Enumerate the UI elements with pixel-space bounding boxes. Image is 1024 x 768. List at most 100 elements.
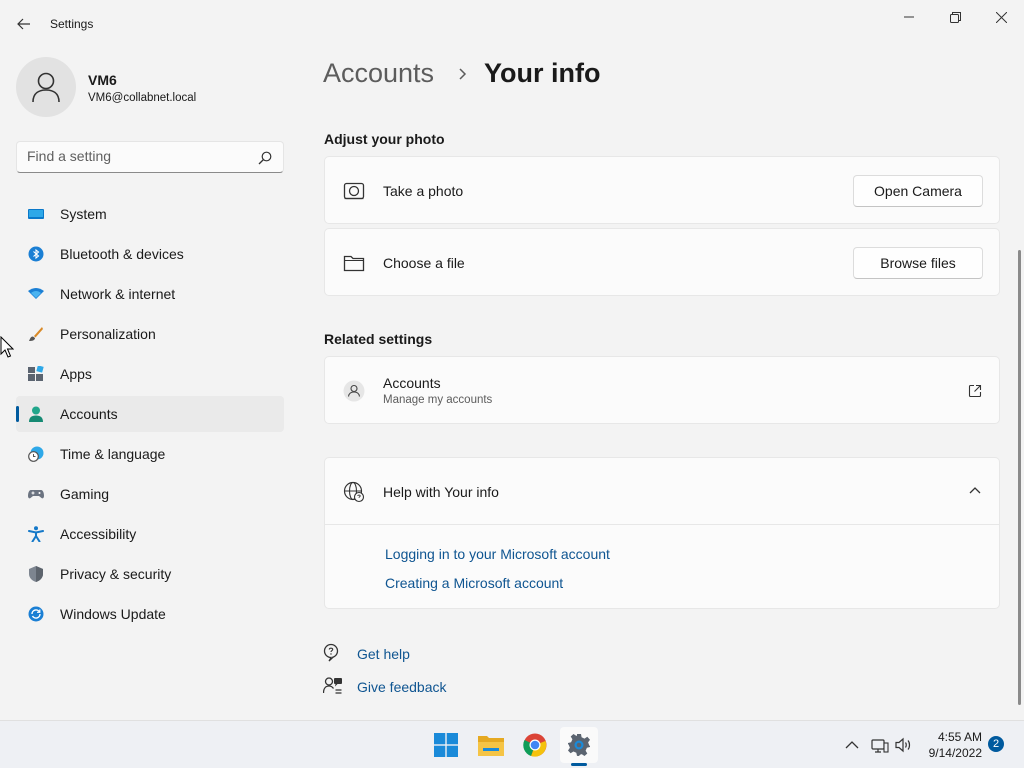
restore-icon: [949, 11, 961, 23]
sidebar-item-label: Apps: [60, 366, 92, 382]
help-title: Help with Your info: [383, 484, 499, 500]
bluetooth-icon: [28, 246, 44, 262]
take-photo-label: Take a photo: [383, 183, 464, 199]
globe-clock-icon: [28, 446, 44, 462]
sidebar-item-label: Accounts: [60, 406, 118, 422]
chevron-up-icon: [845, 741, 859, 749]
taskbar: 4:55 AM 9/14/2022: [0, 720, 1024, 768]
chevron-right-icon: [459, 68, 467, 80]
windows-logo-icon: [434, 733, 458, 757]
file-explorer-button[interactable]: [472, 727, 510, 763]
clock-time[interactable]: 4:55 AM: [936, 730, 982, 744]
sidebar-item-label: Accessibility: [60, 526, 137, 542]
related-section-title: Related settings: [324, 331, 433, 347]
give-feedback-link[interactable]: Give feedback: [357, 679, 447, 695]
brush-icon: [29, 327, 43, 341]
minimize-icon: [904, 16, 914, 18]
open-camera-button[interactable]: Open Camera: [853, 175, 983, 207]
minimize-button[interactable]: [886, 4, 932, 30]
close-icon: [995, 11, 1007, 23]
sidebar-item-windows-update[interactable]: Windows Update: [16, 596, 284, 632]
sidebar-item-label: Time & language: [60, 446, 166, 462]
search-icon[interactable]: [257, 150, 273, 166]
page-title: Your info: [484, 58, 601, 88]
sidebar-item-label: Network & internet: [60, 286, 176, 302]
help-header[interactable]: Help with Your info: [325, 458, 999, 525]
settings-taskbar-button[interactable]: [560, 727, 598, 763]
sidebar-item-privacy[interactable]: Privacy & security: [16, 556, 284, 592]
app-title: Settings: [50, 17, 94, 31]
clock-date[interactable]: 9/14/2022: [926, 746, 982, 760]
network-tray-button[interactable]: [870, 735, 890, 755]
avatar[interactable]: [16, 57, 76, 117]
mouse-cursor-icon: [0, 336, 14, 358]
help-link-create-account[interactable]: Creating a Microsoft account: [385, 575, 563, 591]
sidebar-item-system[interactable]: System: [16, 196, 284, 232]
user-name: VM6: [88, 72, 117, 88]
accounts-related-card[interactable]: Accounts Manage my accounts: [324, 356, 1000, 424]
help-link-login[interactable]: Logging in to your Microsoft account: [385, 546, 610, 562]
chrome-button[interactable]: [516, 727, 554, 763]
sidebar-nav: System Bluetooth & devices Network & int…: [16, 196, 284, 636]
sidebar-item-label: Bluetooth & devices: [60, 246, 184, 262]
apps-icon: [28, 366, 44, 381]
get-help-icon: [323, 643, 339, 662]
title-bar: Settings: [0, 0, 1024, 48]
back-button[interactable]: [10, 10, 38, 38]
active-app-indicator: [571, 763, 587, 766]
close-button[interactable]: [978, 4, 1024, 30]
camera-icon: [343, 182, 365, 200]
feedback-icon: [323, 677, 342, 694]
photo-section-title: Adjust your photo: [324, 131, 445, 147]
wifi-icon: [28, 288, 44, 299]
choose-file-label: Choose a file: [383, 255, 465, 271]
file-explorer-icon: [478, 736, 504, 756]
restore-button[interactable]: [932, 4, 978, 30]
sidebar-item-time-language[interactable]: Time & language: [16, 436, 284, 472]
sidebar-item-accounts[interactable]: Accounts: [16, 396, 284, 432]
search-input[interactable]: [27, 148, 247, 164]
choose-file-card: Choose a file Browse files: [324, 228, 1000, 296]
sidebar-item-apps[interactable]: Apps: [16, 356, 284, 392]
sidebar-item-label: Personalization: [60, 326, 156, 342]
sidebar-item-personalization[interactable]: Personalization: [16, 316, 284, 352]
folder-icon: [343, 255, 365, 272]
show-hidden-icons-button[interactable]: [842, 735, 862, 755]
sidebar-item-gaming[interactable]: Gaming: [16, 476, 284, 512]
globe-help-icon: [343, 481, 365, 503]
help-card: Help with Your info Logging in to your M…: [324, 457, 1000, 609]
network-icon: [871, 739, 889, 753]
sidebar-item-label: Gaming: [60, 486, 110, 502]
update-icon: [28, 606, 44, 622]
accounts-icon: [29, 406, 43, 422]
sidebar-item-label: System: [60, 206, 107, 222]
person-icon: [32, 72, 60, 103]
sidebar-item-accessibility[interactable]: Accessibility: [16, 516, 284, 552]
volume-tray-button[interactable]: [894, 735, 914, 755]
gear-icon: [568, 734, 590, 756]
chevron-up-icon[interactable]: [969, 486, 981, 494]
scrollbar[interactable]: [1018, 250, 1021, 705]
accounts-related-sublabel: Manage my accounts: [383, 394, 493, 406]
accounts-related-label: Accounts: [383, 375, 441, 391]
start-button[interactable]: [427, 727, 465, 763]
system-icon: [28, 209, 44, 219]
shield-icon: [29, 566, 43, 582]
notification-badge[interactable]: 2: [988, 736, 1004, 752]
gamepad-icon: [28, 490, 44, 499]
back-arrow-icon: [17, 18, 30, 30]
user-email: VM6@collabnet.local: [88, 92, 197, 104]
chrome-icon: [523, 733, 547, 757]
person-circle-icon: [343, 380, 365, 402]
volume-icon: [895, 737, 911, 753]
sidebar-item-bluetooth[interactable]: Bluetooth & devices: [16, 236, 284, 272]
get-help-link[interactable]: Get help: [357, 646, 410, 662]
sidebar-item-label: Windows Update: [60, 606, 166, 622]
take-photo-card: Take a photo Open Camera: [324, 156, 1000, 224]
external-link-icon: [968, 384, 982, 398]
browse-files-button[interactable]: Browse files: [853, 247, 983, 279]
sidebar-item-network[interactable]: Network & internet: [16, 276, 284, 312]
search-box[interactable]: [16, 141, 284, 173]
breadcrumb-parent[interactable]: Accounts: [323, 58, 434, 89]
accessibility-icon: [28, 526, 44, 542]
